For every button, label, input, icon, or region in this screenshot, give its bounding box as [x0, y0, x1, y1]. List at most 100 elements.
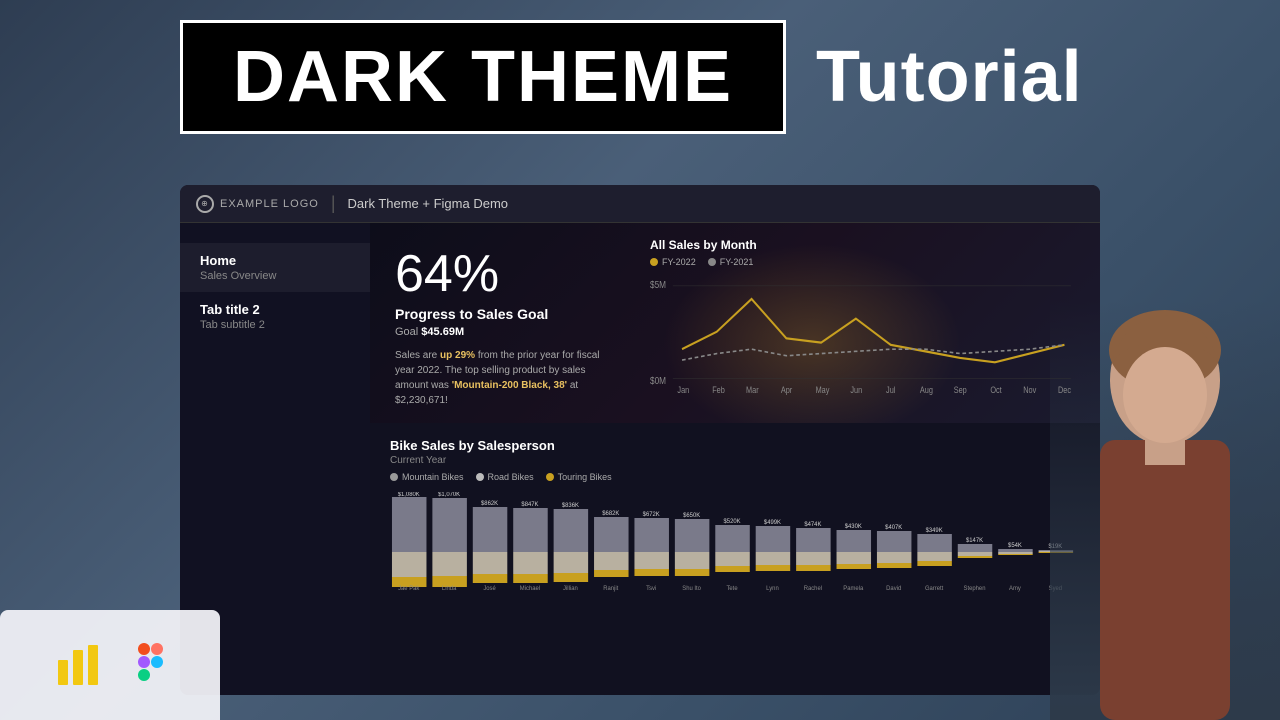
svg-text:Mar: Mar — [746, 385, 759, 395]
legend-fy2022: FY-2022 — [650, 257, 696, 267]
sidebar-item-tab2[interactable]: Tab title 2 Tab subtitle 2 — [180, 292, 370, 341]
bar-legend-touring-label: Touring Bikes — [558, 472, 612, 482]
svg-text:$430K: $430K — [845, 524, 862, 530]
svg-text:$1,070K: $1,070K — [438, 492, 460, 498]
svg-text:Jae Pak: Jae Pak — [398, 586, 419, 592]
bar-chart-legend: Mountain Bikes Road Bikes Touring Bikes — [390, 472, 1080, 482]
progress-label: Progress to Sales Goal — [395, 306, 605, 322]
svg-text:Ranjit: Ranjit — [603, 586, 618, 592]
goal-label: Goal $45.69M — [395, 326, 605, 338]
svg-text:Jillian: Jillian — [563, 586, 578, 592]
dark-theme-box: DARK THEME — [180, 20, 786, 134]
sidebar-item-home-title: Home — [200, 253, 350, 268]
svg-text:Tsvi: Tsvi — [646, 586, 656, 592]
svg-text:$147K: $147K — [966, 538, 983, 544]
svg-text:$672K: $672K — [643, 512, 660, 518]
svg-text:$349K: $349K — [926, 528, 943, 534]
line-chart-svg: $5M $0M Jan Feb Mar Apr — [650, 275, 1080, 395]
bar-chart-title: Bike Sales by Salesperson — [390, 438, 1080, 453]
dashboard: ⊕ EXAMPLE LOGO | Dark Theme + Figma Demo… — [180, 185, 1100, 695]
svg-text:$862K: $862K — [481, 501, 498, 507]
tutorial-label: Tutorial — [816, 36, 1083, 118]
svg-text:$1,080K: $1,080K — [398, 492, 420, 498]
svg-text:Aug: Aug — [920, 385, 933, 395]
svg-text:$847K: $847K — [521, 502, 538, 508]
dashboard-title: Dark Theme + Figma Demo — [348, 196, 509, 211]
percent-value: 64% — [395, 248, 605, 300]
svg-text:Jan: Jan — [677, 385, 689, 395]
svg-text:David: David — [886, 586, 901, 592]
bar-legend-road: Road Bikes — [476, 472, 534, 482]
sidebar-item-tab2-subtitle: Tab subtitle 2 — [200, 319, 350, 331]
bottom-toolbar — [0, 610, 220, 720]
svg-text:Sep: Sep — [954, 385, 967, 395]
sidebar-item-home-subtitle: Sales Overview — [200, 270, 350, 282]
up-pct: up 29% — [440, 350, 475, 361]
svg-text:Linda: Linda — [442, 586, 457, 592]
bar-chart-svg: $1,080K Jae Pak $1,070K Linda $862K José — [390, 492, 1080, 592]
legend-fy2021-dot — [708, 258, 716, 266]
svg-text:Stephen: Stephen — [964, 586, 986, 592]
legend-fy2022-label: FY-2022 — [662, 257, 696, 267]
svg-text:Jun: Jun — [850, 385, 862, 395]
svg-text:Dec: Dec — [1058, 385, 1071, 395]
svg-text:Tete: Tete — [726, 586, 738, 592]
sales-description: Sales are up 29% from the prior year for… — [395, 348, 605, 408]
svg-text:José: José — [483, 586, 496, 592]
sidebar-item-home[interactable]: Home Sales Overview — [180, 243, 370, 292]
bar-legend-mountain-dot — [390, 473, 398, 481]
bar-chart-area: Bike Sales by Salesperson Current Year M… — [370, 423, 1100, 695]
svg-text:$54K: $54K — [1008, 543, 1022, 549]
sidebar-item-tab2-title: Tab title 2 — [200, 302, 350, 317]
product-name: 'Mountain-200 Black, 38' — [452, 380, 567, 391]
svg-text:$520K: $520K — [724, 519, 741, 525]
main-content: 64% Progress to Sales Goal Goal $45.69M … — [370, 223, 1100, 695]
line-chart: All Sales by Month FY-2022 FY-2021 — [630, 223, 1100, 423]
separator: | — [331, 193, 336, 214]
svg-text:Oct: Oct — [990, 385, 1002, 395]
svg-text:Michael: Michael — [520, 586, 540, 592]
bar-legend-mountain: Mountain Bikes — [390, 472, 464, 482]
logo-icon: ⊕ — [196, 195, 214, 213]
svg-text:Lynn: Lynn — [766, 586, 779, 592]
svg-text:Pamela: Pamela — [843, 586, 864, 592]
figma-icon — [133, 640, 168, 690]
logo-text: EXAMPLE LOGO — [220, 198, 319, 210]
stats-area: 64% Progress to Sales Goal Goal $45.69M … — [370, 223, 1100, 423]
dashboard-header: ⊕ EXAMPLE LOGO | Dark Theme + Figma Demo — [180, 185, 1100, 223]
line-chart-title: All Sales by Month — [650, 238, 1080, 252]
svg-text:Feb: Feb — [712, 385, 725, 395]
legend-fy2022-dot — [650, 258, 658, 266]
svg-text:Jul: Jul — [886, 385, 896, 395]
line-chart-legend: FY-2022 FY-2021 — [650, 257, 1080, 267]
bar-legend-touring-dot — [546, 473, 554, 481]
bar-legend-road-dot — [476, 473, 484, 481]
dashboard-body: Home Sales Overview Tab title 2 Tab subt… — [180, 223, 1100, 695]
svg-text:$650K: $650K — [683, 513, 700, 519]
bar-legend-touring: Touring Bikes — [546, 472, 612, 482]
power-bi-icon — [53, 640, 103, 690]
svg-text:$682K: $682K — [602, 511, 619, 517]
dark-theme-label: DARK THEME — [233, 41, 733, 113]
svg-text:$499K: $499K — [764, 520, 781, 526]
svg-text:Garrett: Garrett — [925, 586, 944, 592]
svg-text:$474K: $474K — [804, 522, 821, 528]
svg-text:Apr: Apr — [781, 385, 793, 395]
svg-text:$836K: $836K — [562, 503, 579, 509]
goal-amount: $45.69M — [421, 326, 464, 338]
stats-left: 64% Progress to Sales Goal Goal $45.69M … — [370, 223, 630, 423]
svg-text:$5M: $5M — [650, 279, 666, 290]
svg-text:Nov: Nov — [1023, 385, 1036, 395]
svg-text:Rachel: Rachel — [804, 586, 822, 592]
top-title-area: DARK THEME Tutorial — [180, 20, 1100, 134]
legend-fy2021-label: FY-2021 — [720, 257, 754, 267]
svg-text:Amy: Amy — [1009, 586, 1021, 592]
svg-text:Shu Ito: Shu Ito — [682, 586, 701, 592]
legend-fy2021: FY-2021 — [708, 257, 754, 267]
bar-legend-road-label: Road Bikes — [488, 472, 534, 482]
logo-area: ⊕ EXAMPLE LOGO — [196, 195, 319, 213]
svg-text:$0M: $0M — [650, 375, 666, 386]
bar-chart-subtitle: Current Year — [390, 455, 1080, 466]
svg-text:May: May — [816, 385, 830, 395]
svg-text:$407K: $407K — [885, 525, 902, 531]
